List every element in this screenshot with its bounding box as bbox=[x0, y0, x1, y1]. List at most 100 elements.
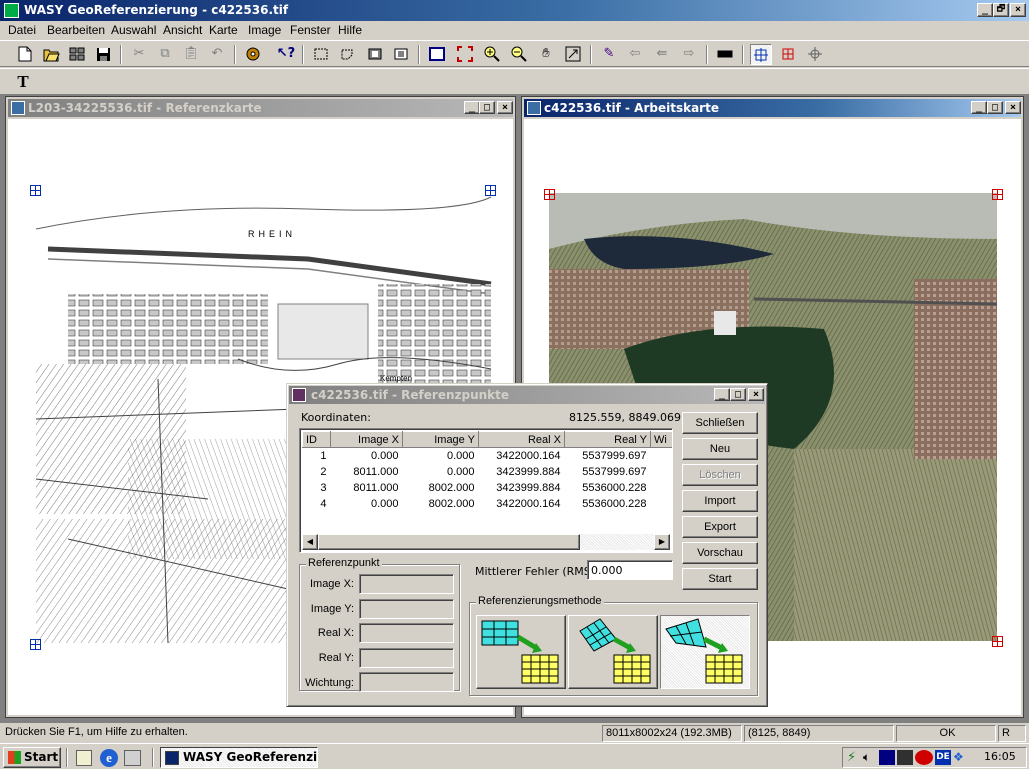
pan-hand-icon[interactable]: ✋︎ bbox=[535, 44, 557, 65]
tray-app-icon-2[interactable] bbox=[897, 750, 913, 765]
copy-icon[interactable]: ⧉ bbox=[154, 44, 176, 65]
language-indicator[interactable]: DE bbox=[935, 750, 951, 765]
import-button[interactable]: Import bbox=[682, 490, 758, 512]
dialog-title-bar[interactable]: c422536.tif - Referenzpunkte bbox=[289, 386, 765, 404]
red-point-icon[interactable] bbox=[777, 44, 799, 65]
work-maximize-button[interactable]: □ bbox=[987, 101, 1003, 114]
undo-icon[interactable]: ↶ bbox=[206, 44, 228, 65]
scroll-thumb[interactable] bbox=[318, 534, 580, 550]
image-x-field[interactable] bbox=[359, 574, 454, 594]
volume-icon[interactable]: 🔈︎ bbox=[863, 750, 870, 765]
restore-button[interactable]: 🗗 bbox=[993, 3, 1009, 17]
close-button[interactable]: × bbox=[1010, 3, 1026, 17]
zoom-out-icon[interactable] bbox=[508, 44, 530, 65]
work-minimize-button[interactable]: _ bbox=[971, 101, 987, 114]
menu-karte[interactable]: Karte bbox=[209, 23, 238, 37]
network-icon[interactable]: ⚡︎ bbox=[847, 750, 856, 765]
method-projective-button[interactable] bbox=[660, 615, 750, 689]
work-point-marker-1[interactable] bbox=[544, 189, 555, 200]
back-icon[interactable]: ⇦ bbox=[624, 44, 646, 65]
table-row[interactable]: 1 0.000 0.000 3422000.164 5537999.697 bbox=[303, 448, 673, 464]
export-button[interactable]: Export bbox=[682, 516, 758, 538]
reference-point-marker-4[interactable] bbox=[30, 639, 41, 650]
neu-button[interactable]: Neu bbox=[682, 438, 758, 460]
work-window-title-bar[interactable]: c422536.tif - Arbeitskarte bbox=[524, 99, 1021, 117]
forward-icon[interactable]: ⇨ bbox=[678, 44, 700, 65]
menu-ansicht[interactable]: Ansicht bbox=[163, 23, 202, 37]
method-helmert-button[interactable] bbox=[568, 615, 658, 689]
menu-hilfe[interactable]: Hilfe bbox=[338, 23, 362, 37]
schliessen-button[interactable]: Schließen bbox=[682, 412, 758, 434]
zoom-box-icon[interactable] bbox=[562, 44, 584, 65]
full-extent-icon[interactable] bbox=[454, 44, 476, 65]
column-header-id[interactable]: ID bbox=[302, 431, 331, 448]
menu-bearbeiten[interactable]: Bearbeiten bbox=[47, 23, 105, 37]
column-header-image-x[interactable]: Image X bbox=[330, 431, 403, 448]
column-header-wichtung[interactable]: Wi bbox=[650, 431, 672, 448]
settings-icon[interactable] bbox=[242, 44, 264, 65]
reference-point-marker-1[interactable] bbox=[30, 185, 41, 196]
table-row[interactable]: 4 0.000 8002.000 3422000.164 5536000.228 bbox=[303, 496, 673, 512]
quick-launch-icon[interactable] bbox=[124, 750, 141, 766]
app-icon[interactable] bbox=[4, 3, 19, 18]
pen-icon[interactable]: ✎ bbox=[598, 44, 620, 65]
internet-explorer-icon[interactable]: e bbox=[100, 749, 118, 767]
app-title-bar[interactable]: WASY GeoReferenzierung - c422536.tif bbox=[0, 0, 1029, 21]
real-x-field[interactable] bbox=[359, 623, 454, 643]
help-cursor-icon[interactable]: ↖? bbox=[275, 44, 297, 65]
reference-minimize-button[interactable]: _ bbox=[464, 101, 480, 114]
ruler-icon[interactable] bbox=[714, 44, 736, 65]
minimize-button[interactable]: _ bbox=[977, 3, 993, 17]
new-file-icon[interactable] bbox=[14, 44, 36, 65]
tray-app-icon-4[interactable]: ❖ bbox=[953, 750, 964, 764]
lasso-select-icon[interactable] bbox=[336, 44, 358, 65]
dialog-minimize-button[interactable]: _ bbox=[714, 388, 730, 401]
georef-point-icon[interactable] bbox=[750, 44, 772, 65]
dialog-maximize-button[interactable]: □ bbox=[730, 388, 746, 401]
paste-icon[interactable]: 📋︎ bbox=[180, 44, 202, 65]
image-y-field[interactable] bbox=[359, 599, 454, 619]
referenzpunkte-dialog[interactable]: c422536.tif - Referenzpunkte _ □ × Koord… bbox=[286, 383, 768, 707]
scroll-left-button[interactable]: ◀ bbox=[302, 534, 318, 550]
column-header-real-y[interactable]: Real Y bbox=[564, 431, 651, 448]
menu-auswahl[interactable]: Auswahl bbox=[111, 23, 156, 37]
select-in-icon[interactable] bbox=[364, 44, 386, 65]
save-icon[interactable] bbox=[92, 44, 114, 65]
horizontal-scrollbar[interactable]: ◀ ▶ bbox=[302, 534, 670, 550]
work-point-marker-3[interactable] bbox=[992, 636, 1003, 647]
loeschen-button[interactable]: Löschen bbox=[682, 464, 758, 486]
text-tool-button[interactable]: T bbox=[12, 72, 34, 93]
work-close-button[interactable]: × bbox=[1005, 101, 1021, 114]
layout-icon[interactable] bbox=[66, 44, 88, 65]
rms-field[interactable]: 0.000 bbox=[587, 560, 673, 580]
reference-window-title-bar[interactable]: L203-34225536.tif - Referenzkarte bbox=[8, 99, 513, 117]
table-row[interactable]: 3 8011.000 8002.000 3423999.884 5536000.… bbox=[303, 480, 673, 496]
zoom-in-icon[interactable] bbox=[481, 44, 503, 65]
reference-close-button[interactable]: × bbox=[497, 101, 513, 114]
start-button[interactable]: Start bbox=[682, 568, 758, 590]
column-header-image-y[interactable]: Image Y bbox=[402, 431, 479, 448]
wichtung-field[interactable] bbox=[359, 672, 454, 692]
vorschau-button[interactable]: Vorschau bbox=[682, 542, 758, 564]
menu-fenster[interactable]: Fenster bbox=[290, 23, 331, 37]
dialog-close-button[interactable]: × bbox=[748, 388, 764, 401]
fit-window-icon[interactable] bbox=[426, 44, 448, 65]
tray-app-icon-3[interactable] bbox=[915, 750, 933, 765]
work-point-marker-2[interactable] bbox=[992, 189, 1003, 200]
back-all-icon[interactable]: ⇚ bbox=[651, 44, 673, 65]
points-table[interactable]: ID Image X Image Y Real X Real Y Wi 1 0.… bbox=[299, 428, 673, 553]
reference-point-marker-2[interactable] bbox=[485, 185, 496, 196]
select-out-icon[interactable] bbox=[390, 44, 412, 65]
rect-select-icon[interactable] bbox=[310, 44, 332, 65]
start-button[interactable]: Start bbox=[3, 747, 61, 768]
reference-maximize-button[interactable]: □ bbox=[479, 101, 495, 114]
column-header-real-x[interactable]: Real X bbox=[478, 431, 565, 448]
method-affine-button[interactable] bbox=[476, 615, 566, 689]
crosshair-icon[interactable] bbox=[804, 44, 826, 65]
table-row[interactable]: 2 8011.000 0.000 3423999.884 5537999.697 bbox=[303, 464, 673, 480]
menu-datei[interactable]: Datei bbox=[8, 23, 36, 37]
taskbar-app-button[interactable]: WASY GeoReferenzier... bbox=[160, 747, 318, 768]
scroll-right-button[interactable]: ▶ bbox=[654, 534, 670, 550]
real-y-field[interactable] bbox=[359, 648, 454, 668]
cut-icon[interactable]: ✂ bbox=[128, 44, 150, 65]
